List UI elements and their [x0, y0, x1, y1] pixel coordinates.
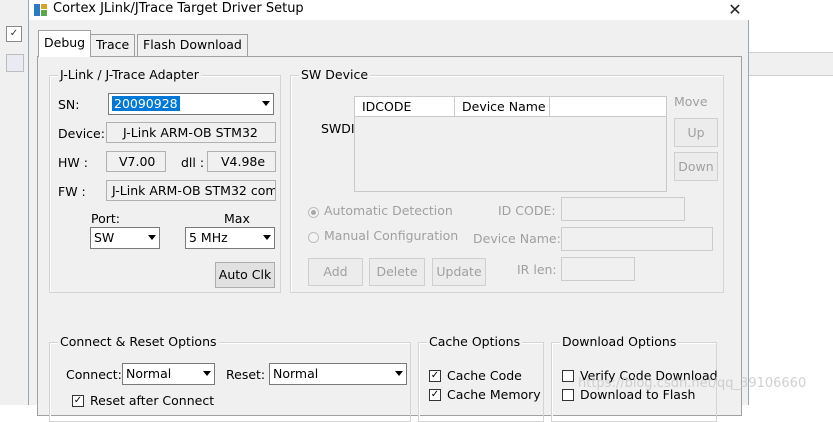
port-value: SW [94, 230, 115, 245]
device-field: J-Link ARM-OB STM32 [106, 122, 276, 143]
cache-memory-label: Cache Memory [447, 387, 541, 402]
cache-options-group: Cache Options ✓ Cache Code ✓ Cache Memor… [418, 334, 544, 422]
auto-detection-label: Automatic Detection [324, 203, 453, 218]
connect-reset-group-label: Connect & Reset Options [58, 334, 219, 349]
download-flash-checkbox[interactable] [562, 389, 574, 401]
ir-len-label: IR len: [517, 262, 557, 277]
auto-clk-button[interactable]: Auto Clk [215, 262, 275, 288]
cache-code-checkbox[interactable]: ✓ [429, 370, 441, 382]
background-checkbox[interactable]: ✓ [6, 26, 22, 42]
tab-debug[interactable]: Debug [38, 30, 92, 57]
reset-label: Reset: [226, 367, 266, 382]
sn-label: SN: [58, 97, 80, 112]
chevron-down-icon [203, 371, 211, 376]
auto-detection-radio[interactable] [308, 207, 319, 218]
device-name-label: Device Name: [473, 231, 561, 246]
device-label: Device: [58, 126, 105, 141]
update-button[interactable]: Update [432, 258, 486, 286]
reset-value: Normal [273, 366, 319, 381]
cache-code-label: Cache Code [447, 368, 522, 383]
move-label: Move [674, 94, 708, 109]
background-document-icon [6, 54, 24, 72]
dll-field: V4.98e [207, 151, 276, 172]
sn-value: 20090928 [112, 96, 180, 111]
dll-label: dll : [181, 155, 205, 170]
max-clock-select[interactable]: 5 MHz [185, 227, 275, 249]
verify-code-checkbox[interactable] [562, 370, 574, 382]
adapter-group: J-Link / J-Trace Adapter SN: 20090928 De… [49, 67, 281, 293]
target-driver-setup-dialog: Cortex JLink/JTrace Target Driver Setup … [28, 0, 750, 422]
ir-len-input[interactable] [561, 257, 635, 281]
connect-select[interactable]: Normal [122, 363, 215, 385]
add-button[interactable]: Add [308, 258, 363, 286]
debug-tab-panel: J-Link / J-Trace Adapter SN: 20090928 De… [37, 56, 742, 422]
max-label: Max [224, 211, 250, 226]
tab-flash-download[interactable]: Flash Download [137, 34, 248, 56]
download-options-group-label: Download Options [560, 334, 679, 349]
connect-reset-group: Connect & Reset Options Connect: Normal … [49, 334, 411, 422]
reset-after-connect-label: Reset after Connect [90, 393, 215, 408]
move-up-button[interactable]: Up [674, 118, 718, 147]
cache-options-group-label: Cache Options [427, 334, 523, 349]
port-label: Port: [91, 211, 120, 226]
delete-button[interactable]: Delete [369, 258, 425, 286]
chevron-down-icon [148, 235, 156, 240]
swdi-label: SWDI [321, 121, 355, 136]
fw-label: FW : [58, 184, 86, 199]
chevron-down-icon [263, 235, 271, 240]
hw-label: HW : [58, 155, 88, 170]
device-name-input[interactable] [561, 227, 713, 251]
sn-select[interactable]: 20090928 [108, 93, 274, 115]
reset-select[interactable]: Normal [269, 363, 407, 385]
manual-config-label: Manual Configuration [324, 228, 459, 243]
close-icon[interactable]: ✕ [722, 0, 748, 20]
title-bar[interactable]: Cortex JLink/JTrace Target Driver Setup … [29, 0, 750, 20]
window-title: Cortex JLink/JTrace Target Driver Setup [53, 1, 304, 16]
adapter-group-label: J-Link / J-Trace Adapter [58, 67, 201, 82]
max-clock-value: 5 MHz [189, 230, 228, 245]
id-code-input[interactable] [561, 197, 685, 221]
watermark: https://blog.csdn.net/qq_39106660 [578, 376, 807, 391]
chevron-down-icon [395, 371, 403, 376]
sw-device-group-label: SW Device [299, 67, 371, 82]
tab-trace[interactable]: Trace [90, 34, 136, 56]
reset-after-connect-checkbox[interactable]: ✓ [72, 395, 84, 407]
move-down-button[interactable]: Down [674, 152, 718, 181]
sw-device-group: SW Device SWDI IDCODE Device Name Move U… [290, 67, 724, 293]
connect-value: Normal [126, 366, 172, 381]
background-toolbar-strip [749, 52, 833, 76]
col-device-name[interactable]: Device Name [455, 97, 550, 117]
sw-device-table[interactable]: IDCODE Device Name [354, 96, 667, 192]
col-empty [550, 97, 666, 117]
app-icon [34, 4, 47, 16]
port-select[interactable]: SW [90, 227, 160, 249]
col-idcode[interactable]: IDCODE [355, 97, 455, 117]
fw-field: J-Link ARM-OB STM32 comp [106, 180, 276, 201]
connect-label: Connect: [66, 367, 122, 382]
background-window-left: ✓ [0, 0, 28, 405]
chevron-down-icon [262, 101, 270, 106]
hw-field: V7.00 [106, 151, 166, 172]
id-code-label: ID CODE: [498, 203, 556, 218]
manual-config-radio[interactable] [308, 232, 319, 243]
cache-memory-checkbox[interactable]: ✓ [429, 389, 441, 401]
